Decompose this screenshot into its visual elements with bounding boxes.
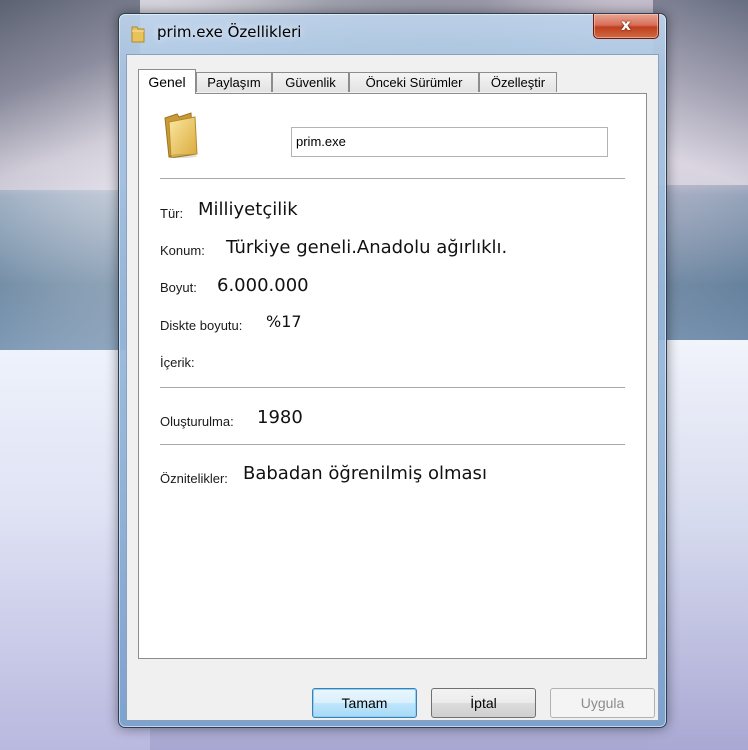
tab-customize[interactable]: Özelleştir [479,72,557,92]
size-value: 6.000.000 [217,275,309,296]
cancel-button[interactable]: İptal [431,688,536,718]
disk-size-value: %17 [266,312,302,331]
title-bar[interactable]: prim.exe Özellikleri x [119,14,666,52]
disk-size-label: Diskte boyutu: [160,318,243,333]
attributes-label: Öznitelikler: [160,471,228,486]
type-value: Milliyetçilik [198,199,298,220]
contents-label: İçerik: [160,355,195,370]
folder-icon [131,26,145,43]
location-label: Konum: [160,243,205,258]
separator [160,387,625,388]
tab-sharing[interactable]: Paylaşım [196,72,272,92]
close-button[interactable]: x [593,14,659,39]
background-mountain-right [653,0,748,185]
size-label: Boyut: [160,280,197,295]
apply-button[interactable]: Uygula [550,688,655,718]
location-value: Türkiye geneli.Anadolu ağırlıklı. [226,237,508,258]
tab-previous-versions[interactable]: Önceki Sürümler [349,72,479,92]
ok-button[interactable]: Tamam [312,688,417,718]
file-name-field[interactable]: prim.exe [291,127,608,157]
separator [160,444,625,445]
dialog-client-area: Genel Paylaşım Güvenlik Önceki Sürümler … [126,54,659,721]
attributes-value: Babadan öğrenilmiş olması [243,463,487,484]
created-value: 1980 [257,407,303,428]
folder-icon [164,112,198,158]
separator [160,178,625,179]
tab-security[interactable]: Güvenlik [272,72,349,92]
type-label: Tür: [160,206,184,221]
general-tab-panel: prim.exe Tür: Milliyetçilik Konum: Türki… [138,93,647,659]
window-title: prim.exe Özellikleri [157,23,302,41]
tab-general[interactable]: Genel [138,69,196,94]
created-label: Oluşturulma: [160,414,234,429]
properties-dialog: prim.exe Özellikleri x Genel Paylaşım Gü… [118,13,667,728]
